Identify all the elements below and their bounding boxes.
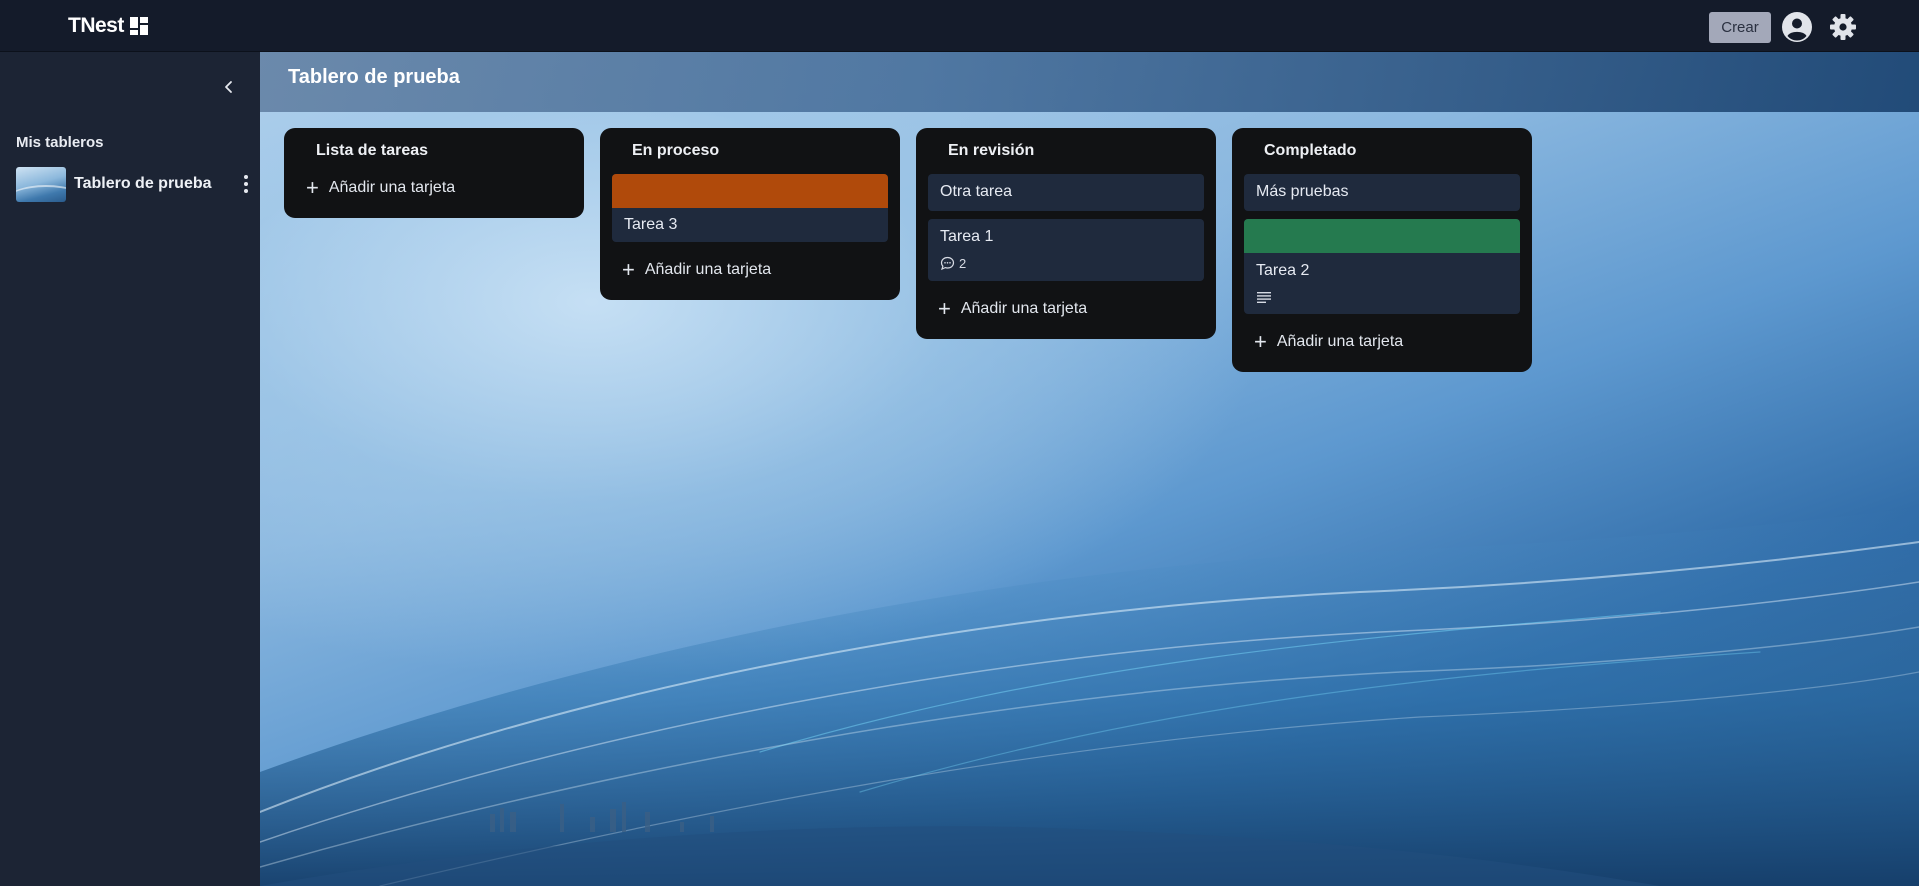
card[interactable]: Tarea 2 (1244, 219, 1520, 314)
card-title: Más pruebas (1256, 183, 1349, 200)
list-column: En proceso Tarea 3 + Añadir una tarjeta (600, 128, 900, 300)
sidebar: Mis tableros Tablero de prueba (0, 52, 260, 886)
list-title[interactable]: Completado (1244, 128, 1520, 174)
add-card-button[interactable]: + Añadir una tarjeta (928, 289, 1204, 329)
add-card-button[interactable]: + Añadir una tarjeta (1244, 322, 1520, 362)
board-title[interactable]: Tablero de prueba (288, 66, 460, 89)
list-title[interactable]: En revisión (928, 128, 1204, 174)
card-description-badge (1244, 290, 1520, 314)
board-grid-icon (129, 17, 148, 35)
list-column: Completado Más pruebas Tarea 2 + Añadir … (1232, 128, 1532, 372)
card-cover (1244, 219, 1520, 253)
my-boards-heading: Mis tableros (16, 134, 104, 151)
comment-icon (940, 256, 955, 271)
description-icon (1257, 292, 1271, 303)
board-canvas: Tablero de prueba Lista de tareas + Añad… (260, 52, 1919, 886)
plus-icon: + (1254, 329, 1267, 354)
add-card-label: Añadir una tarjeta (328, 179, 456, 196)
app-name: TNest (68, 14, 124, 37)
create-button[interactable]: Crear (1709, 12, 1771, 43)
list-column: Lista de tareas + Añadir una tarjeta (284, 128, 584, 218)
card-title: Otra tarea (940, 183, 1013, 200)
add-card-button[interactable]: + Añadir una tarjeta (296, 168, 572, 208)
collapse-sidebar-button[interactable] (214, 72, 244, 102)
comment-count: 2 (959, 256, 967, 271)
sidebar-board-name: Tablero de prueba (74, 175, 212, 192)
plus-icon: + (938, 296, 951, 321)
chevron-left-icon (225, 81, 232, 93)
add-card-button[interactable]: + Añadir una tarjeta (612, 250, 888, 290)
card-cover (612, 174, 888, 208)
card[interactable]: Más pruebas (1244, 174, 1520, 211)
card-title: Tarea 1 (940, 228, 994, 245)
top-bar: TNest Crear (0, 0, 1919, 52)
card[interactable]: Tarea 3 (612, 174, 888, 242)
card-title: Tarea 3 (624, 216, 678, 233)
plus-icon: + (306, 175, 319, 200)
gear-icon[interactable] (1827, 11, 1859, 43)
add-card-label: Añadir una tarjeta (1276, 333, 1404, 350)
user-circle-icon[interactable] (1781, 11, 1813, 43)
list-column: En revisión Otra tarea Tarea 1 2 + Añadi… (916, 128, 1216, 339)
app-logo[interactable]: TNest (68, 14, 148, 38)
more-vertical-icon[interactable] (236, 173, 256, 195)
board-thumbnail (16, 166, 66, 202)
card-title: Tarea 2 (1256, 262, 1310, 279)
card[interactable]: Tarea 1 2 (928, 219, 1204, 281)
board-header: Tablero de prueba (260, 52, 1919, 112)
sidebar-board-item[interactable]: Tablero de prueba (16, 166, 248, 202)
list-title[interactable]: En proceso (612, 128, 888, 174)
add-card-label: Añadir una tarjeta (644, 261, 772, 278)
card-comments-badge: 2 (928, 256, 1204, 281)
card[interactable]: Otra tarea (928, 174, 1204, 211)
plus-icon: + (622, 257, 635, 282)
add-card-label: Añadir una tarjeta (960, 300, 1088, 317)
